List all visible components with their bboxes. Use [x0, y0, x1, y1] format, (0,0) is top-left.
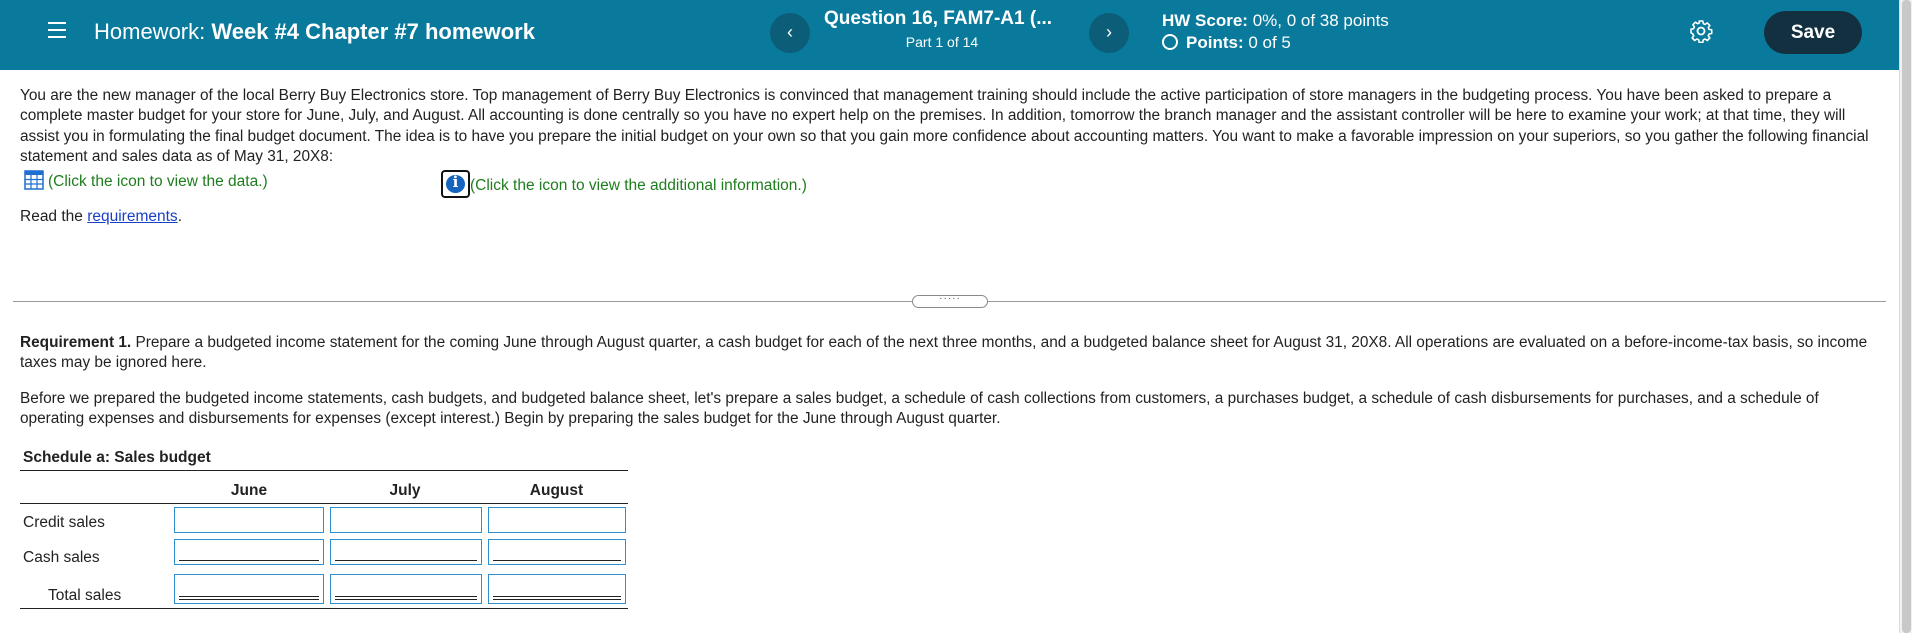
read-requirements: Read the requirements.	[20, 208, 182, 226]
points-value: 0 of 5	[1248, 33, 1291, 52]
homework-name: Week #4 Chapter #7 homework	[211, 19, 535, 44]
cash-sales-august-input[interactable]	[488, 539, 626, 565]
row-label-total-sales: Total sales	[48, 587, 122, 604]
divider-resize-handle[interactable]: ·····	[912, 294, 988, 308]
next-question-button[interactable]: ›	[1089, 13, 1129, 53]
schedule-title: Schedule a: Sales budget	[23, 449, 211, 466]
points: Points: 0 of 5	[1162, 33, 1291, 53]
table-header-rule	[20, 503, 628, 504]
requirement-1-text: Requirement 1. Prepare a budgeted income…	[20, 333, 1880, 374]
table-top-rule	[20, 470, 628, 471]
requirement-1-body: Prepare a budgeted income statement for …	[20, 334, 1868, 372]
homework-title: Homework: Week #4 Chapter #7 homework	[94, 19, 535, 45]
read-requirements-suffix: .	[177, 208, 182, 225]
save-button[interactable]: Save	[1764, 11, 1862, 54]
hw-score-value: 0%, 0 of 38 points	[1252, 11, 1389, 30]
homework-label: Homework:	[94, 19, 206, 44]
question-title: Question 16, FAM7-A1 (...	[824, 8, 1053, 29]
view-data-link[interactable]: (Click the icon to view the data.)	[24, 170, 268, 191]
table-bottom-rule	[20, 608, 628, 609]
chevron-left-icon: ‹	[787, 22, 793, 42]
chevron-right-icon: ›	[1106, 22, 1112, 42]
row-label-cash-sales: Cash sales	[23, 549, 100, 566]
row-label-credit-sales: Credit sales	[23, 514, 105, 531]
total-sales-august-input[interactable]	[488, 574, 626, 604]
credit-sales-august-input[interactable]	[488, 507, 626, 533]
credit-sales-july-input[interactable]	[330, 507, 482, 533]
data-table-icon[interactable]	[24, 170, 44, 190]
column-header-june: June	[230, 482, 268, 499]
progress-circle-icon	[1162, 34, 1178, 50]
vertical-scrollbar[interactable]	[1899, 0, 1912, 633]
cash-sales-july-input[interactable]	[330, 539, 482, 565]
cash-sales-june-input[interactable]	[174, 539, 324, 565]
hw-score-label: HW Score:	[1162, 11, 1248, 30]
requirement-instructions: Before we prepared the budgeted income s…	[20, 390, 1819, 428]
column-header-july: July	[389, 482, 421, 499]
read-requirements-prefix: Read the	[20, 208, 88, 225]
column-header-august: August	[529, 482, 584, 499]
gear-icon[interactable]	[1689, 19, 1713, 43]
total-sales-july-input[interactable]	[330, 574, 482, 604]
total-sales-june-input[interactable]	[174, 574, 324, 604]
info-icon[interactable]: i	[441, 170, 470, 198]
view-additional-info-link-text[interactable]: (Click the icon to view the additional i…	[470, 177, 807, 194]
view-additional-info-link[interactable]: i (Click the icon to view the additional …	[441, 170, 807, 198]
view-data-link-text[interactable]: (Click the icon to view the data.)	[48, 173, 268, 190]
top-header-bar: Homework: Week #4 Chapter #7 homework ‹ …	[0, 0, 1899, 70]
problem-intro-text: You are the new manager of the local Ber…	[20, 87, 1869, 165]
hw-score: HW Score: 0%, 0 of 38 points	[1162, 11, 1389, 31]
hamburger-menu-icon[interactable]	[48, 22, 66, 38]
credit-sales-june-input[interactable]	[174, 507, 324, 533]
requirement-1-label: Requirement 1.	[20, 334, 132, 351]
previous-question-button[interactable]: ‹	[770, 13, 810, 53]
question-part: Part 1 of 14	[905, 34, 979, 50]
scrollbar-thumb[interactable]	[1902, 0, 1911, 633]
requirements-link[interactable]: requirements	[87, 208, 177, 225]
points-label: Points:	[1186, 33, 1244, 52]
